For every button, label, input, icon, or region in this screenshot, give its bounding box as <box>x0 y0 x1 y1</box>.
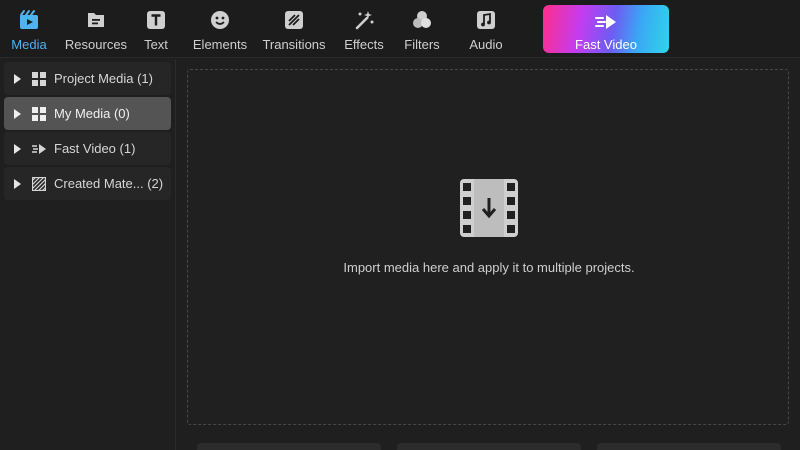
tab-transitions[interactable]: Transitions <box>259 0 329 58</box>
expand-caret-icon[interactable] <box>13 178 22 189</box>
tab-transitions-label: Transitions <box>262 37 326 52</box>
sidebar-item-label: My Media (0) <box>54 106 130 121</box>
tab-text[interactable]: Text <box>137 0 175 58</box>
tab-audio-label: Audio <box>469 37 503 52</box>
grid-icon <box>32 71 46 86</box>
sidebar-item-label: Fast Video (1) <box>54 141 136 156</box>
audio-icon <box>477 11 495 29</box>
filters-icon <box>413 11 431 28</box>
grid-icon <box>32 106 46 121</box>
bottom-action-button[interactable] <box>197 443 381 450</box>
media-sidebar: Project Media (1) My Media (0) Fast Vide… <box>0 59 176 450</box>
drop-zone-hint: Import media here and apply it to multip… <box>343 260 635 275</box>
elements-icon <box>211 11 229 29</box>
fast-arrow-icon <box>32 143 46 154</box>
fast-video-icon <box>595 15 616 29</box>
tab-media[interactable]: Media <box>6 0 52 58</box>
bottom-action-button[interactable] <box>397 443 581 450</box>
top-toolbar: Media Resources Text Elements Transition… <box>0 0 800 58</box>
expand-caret-icon[interactable] <box>13 143 22 154</box>
pattern-icon <box>32 176 46 191</box>
expand-caret-icon[interactable] <box>13 108 22 119</box>
effects-icon <box>355 11 374 30</box>
expand-caret-icon[interactable] <box>13 73 22 84</box>
tab-filters-label: Filters <box>404 37 440 52</box>
film-import-icon <box>460 179 518 237</box>
tab-text-label: Text <box>144 37 168 52</box>
tab-elements-label: Elements <box>192 37 248 52</box>
sidebar-item-created-materials[interactable]: Created Mate... (2) <box>4 167 171 200</box>
app-window: Media Resources Text Elements Transition… <box>0 0 800 450</box>
sidebar-item-fast-video[interactable]: Fast Video (1) <box>4 132 171 165</box>
fast-video-button[interactable]: Fast Video <box>543 5 669 53</box>
sidebar-item-label: Created Mate... (2) <box>54 176 164 191</box>
tab-effects[interactable]: Effects <box>341 0 387 58</box>
sidebar-item-project-media[interactable]: Project Media (1) <box>4 62 171 95</box>
tab-resources-label: Resources <box>64 37 128 52</box>
sidebar-item-my-media[interactable]: My Media (0) <box>4 97 171 130</box>
sidebar-item-label: Project Media (1) <box>54 71 153 86</box>
tab-audio[interactable]: Audio <box>465 0 507 58</box>
tab-filters[interactable]: Filters <box>401 0 443 58</box>
media-icon <box>20 10 38 29</box>
media-drop-zone[interactable]: Import media here and apply it to multip… <box>187 69 789 425</box>
tab-resources[interactable]: Resources <box>62 0 130 58</box>
resources-icon <box>88 13 104 27</box>
transitions-icon <box>285 11 303 29</box>
tab-media-label: Media <box>11 37 47 52</box>
fast-video-label: Fast Video <box>575 37 637 52</box>
tab-effects-label: Effects <box>344 37 384 52</box>
bottom-action-button[interactable] <box>597 443 781 450</box>
tab-elements[interactable]: Elements <box>190 0 250 58</box>
text-icon <box>147 11 165 29</box>
